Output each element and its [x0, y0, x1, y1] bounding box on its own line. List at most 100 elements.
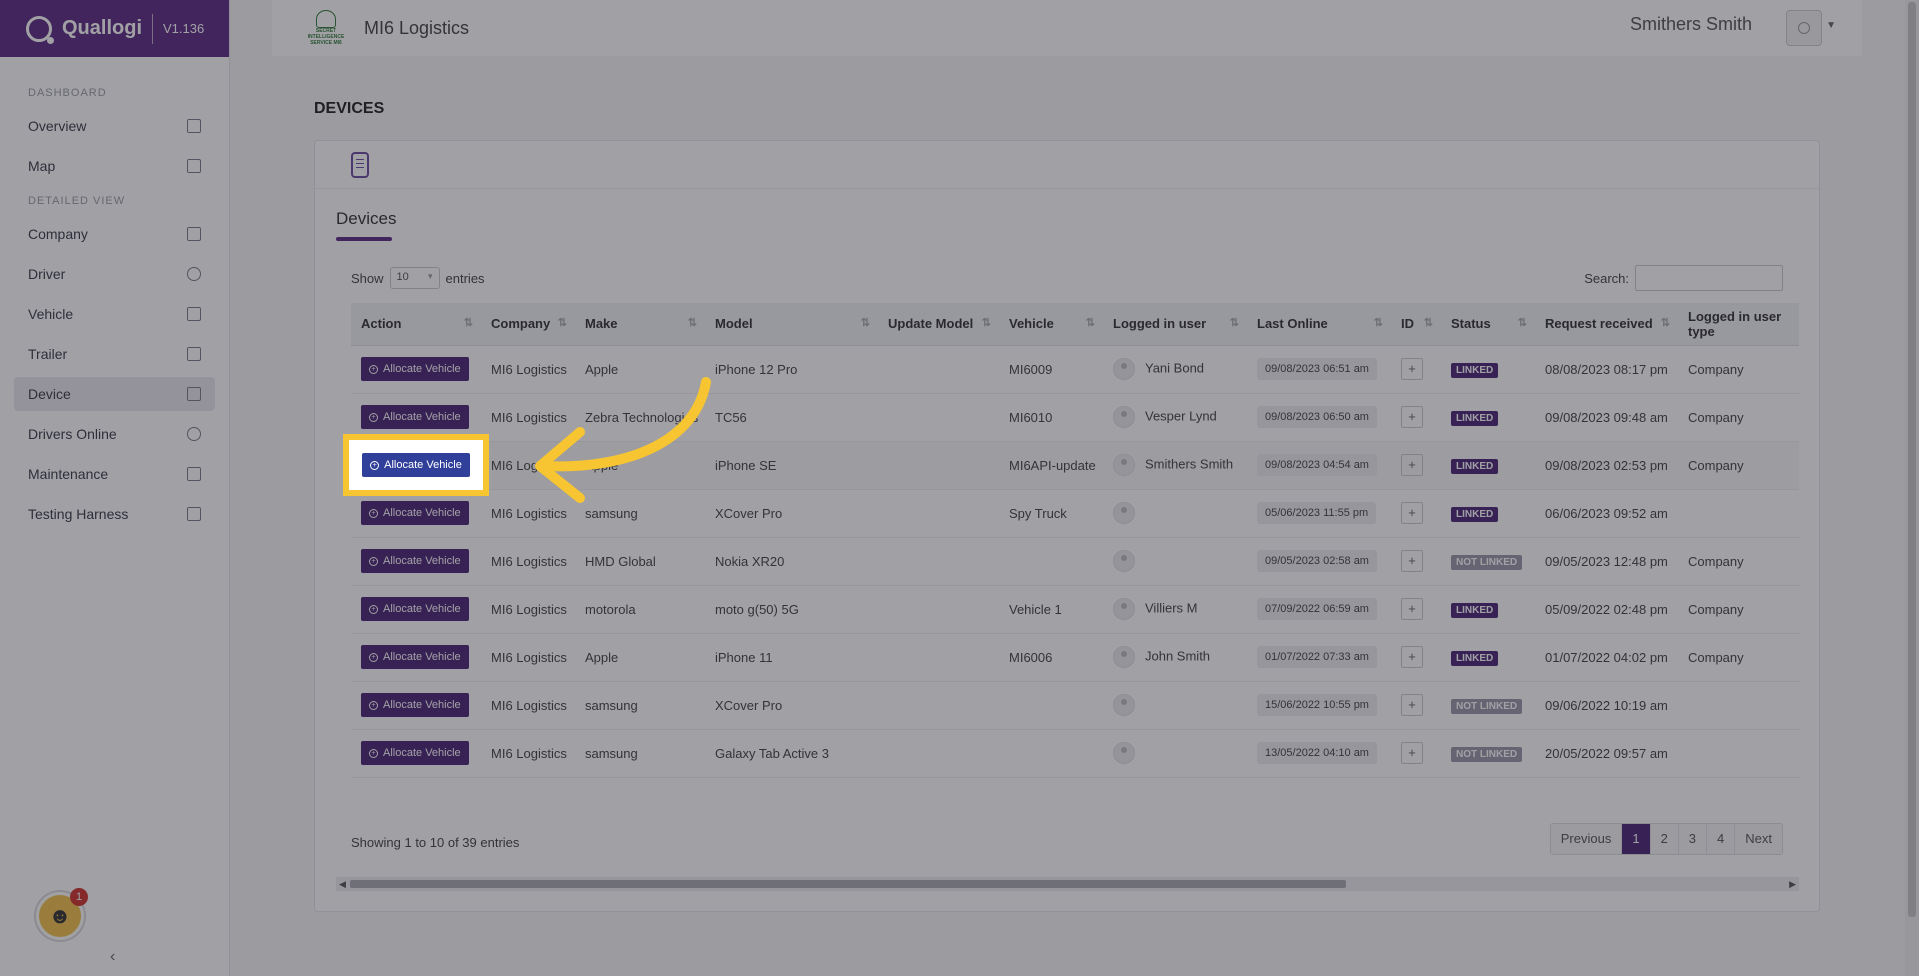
action-cell: + Allocate Vehicle: [351, 681, 481, 729]
chevron-down-icon[interactable]: ▼: [1826, 20, 1836, 31]
column-header-action[interactable]: Action ⇅: [351, 303, 481, 346]
column-header-company[interactable]: Company ⇅: [481, 303, 575, 346]
expand-id-button[interactable]: +: [1401, 502, 1423, 524]
horizontal-scrollbar[interactable]: ◀ ▶: [336, 877, 1799, 891]
plus-circle-icon: +: [369, 604, 378, 614]
last-online-pill: 09/08/2023 06:51 am: [1257, 358, 1377, 380]
column-header-vehicle[interactable]: Vehicle ⇅: [999, 303, 1103, 346]
last-online-pill: 09/05/2023 02:58 am: [1257, 550, 1377, 572]
status-cell: LINKED: [1441, 345, 1535, 393]
collapse-sidebar-icon[interactable]: ‹: [110, 948, 115, 966]
page-vertical-scrollbar[interactable]: [1905, 0, 1919, 976]
company-cell: MI6 Logistics: [491, 553, 567, 569]
sidebar-item-testing-harness[interactable]: Testing Harness: [14, 497, 215, 531]
entries-label: entries: [445, 270, 485, 286]
monitor-icon: [187, 507, 201, 521]
sidebar-item-label: Maintenance: [28, 466, 109, 482]
table-info: Showing 1 to 10 of 39 entries: [351, 835, 520, 850]
scroll-left-icon[interactable]: ◀: [339, 877, 346, 891]
user-icon: [187, 267, 201, 281]
sidebar-item-trailer[interactable]: Trailer: [14, 337, 215, 371]
status-cell: LINKED: [1441, 633, 1535, 681]
tab-devices[interactable]: Devices: [336, 209, 396, 229]
allocate-vehicle-button[interactable]: + Allocate Vehicle: [361, 405, 469, 429]
expand-id-button[interactable]: +: [1401, 742, 1423, 764]
pagination-page-1[interactable]: 1: [1622, 824, 1651, 854]
card-header: [315, 141, 1819, 189]
expand-id-button[interactable]: +: [1401, 358, 1423, 380]
pagination-next[interactable]: Next: [1735, 824, 1782, 854]
allocate-vehicle-button[interactable]: + Allocate Vehicle: [361, 597, 469, 621]
scrollbar-thumb[interactable]: [1908, 2, 1916, 917]
logged-in-user-cell: [1103, 777, 1247, 783]
table-header-row: Action ⇅ Company ⇅ Make ⇅ Model ⇅ Update Mod…: [351, 303, 1799, 346]
column-header-request-received[interactable]: Request received ⇅: [1535, 303, 1678, 346]
current-user-name[interactable]: Smithers Smith: [1630, 14, 1752, 35]
sidebar-item-label: Map: [28, 158, 56, 174]
column-header-id[interactable]: ID ⇅: [1391, 303, 1441, 346]
scrollbar-thumb[interactable]: [350, 880, 1346, 888]
column-header-logged-in-user-type[interactable]: Logged in user type: [1678, 303, 1799, 346]
brand-header[interactable]: Quallogi V1.136: [0, 0, 229, 57]
update-model-cell: [878, 633, 999, 681]
allocate-vehicle-button[interactable]: + Allocate Vehicle: [361, 645, 469, 669]
status-badge: LINKED: [1451, 410, 1499, 426]
pagination-page-2[interactable]: 2: [1650, 824, 1679, 854]
trailer-icon: [187, 347, 201, 361]
id-cell: +: [1391, 345, 1441, 393]
grid-icon: [187, 119, 201, 133]
column-header-last-online[interactable]: Last Online ⇅: [1247, 303, 1391, 346]
user-avatar[interactable]: [1786, 10, 1822, 46]
sidebar-item-driver[interactable]: Driver: [14, 257, 215, 291]
pagination-page-4[interactable]: 4: [1707, 824, 1736, 854]
column-header-update-model[interactable]: Update Model ⇅: [878, 303, 999, 346]
tutorial-arrow-icon: [535, 377, 711, 503]
page-size-select[interactable]: 10: [389, 267, 440, 289]
status-cell: NOT LINKED: [1441, 729, 1535, 777]
action-cell: + Allocate Vehicle: [351, 729, 481, 777]
user-name: Yani Bond: [1145, 360, 1205, 376]
sidebar-item-overview[interactable]: Overview: [14, 109, 215, 143]
sidebar-item-map[interactable]: Map: [14, 149, 215, 183]
scroll-right-icon[interactable]: ▶: [1789, 877, 1796, 891]
expand-id-button[interactable]: +: [1401, 550, 1423, 572]
user-name: Villiers M: [1145, 600, 1198, 616]
allocate-vehicle-label: Allocate Vehicle: [383, 411, 461, 423]
expand-id-button[interactable]: +: [1401, 694, 1423, 716]
sort-icon: ⇅: [1423, 317, 1433, 329]
expand-id-button[interactable]: +: [1401, 406, 1423, 428]
pagination-page-3[interactable]: 3: [1678, 824, 1708, 854]
search-input[interactable]: [1635, 265, 1783, 291]
status-badge: NOT LINKED: [1451, 746, 1523, 762]
request-received-cell: 09/08/2023 09:48 am: [1545, 409, 1668, 425]
id-cell: +: [1391, 585, 1441, 633]
action-cell: + Allocate Vehicle: [351, 633, 481, 681]
allocate-vehicle-button[interactable]: + Allocate Vehicle: [361, 357, 469, 381]
expand-id-button[interactable]: +: [1401, 646, 1423, 668]
column-header-status[interactable]: Status ⇅: [1441, 303, 1535, 346]
plus-circle-icon: +: [369, 412, 378, 422]
allocate-vehicle-button[interactable]: + Allocate Vehicle: [361, 549, 469, 573]
allocate-vehicle-button[interactable]: + Allocate Vehicle: [362, 453, 470, 477]
allocate-vehicle-button[interactable]: + Allocate Vehicle: [361, 741, 469, 765]
column-header-logged-in-user[interactable]: Logged in user ⇅: [1103, 303, 1247, 346]
sidebar-item-drivers-online[interactable]: Drivers Online: [14, 417, 215, 451]
pagination-previous[interactable]: Previous: [1550, 824, 1623, 854]
sidebar-item-maintenance[interactable]: Maintenance: [14, 457, 215, 491]
section-dashboard: DASHBOARD: [28, 87, 107, 99]
update-model-cell: [878, 729, 999, 777]
sidebar-item-device[interactable]: Device: [14, 377, 215, 411]
allocate-vehicle-button[interactable]: + Allocate Vehicle: [361, 693, 469, 717]
table-row: + Allocate Vehicle MI6 Logistics samsung Gal…: [351, 729, 1799, 777]
column-header-make[interactable]: Make ⇅: [575, 303, 705, 346]
status-cell: NOT LINKED: [1441, 681, 1535, 729]
sidebar-item-company[interactable]: Company: [14, 217, 215, 251]
expand-id-button[interactable]: +: [1401, 454, 1423, 476]
allocate-vehicle-label: Allocate Vehicle: [383, 555, 461, 567]
allocate-vehicle-label: Allocate Vehicle: [383, 699, 461, 711]
column-header-model[interactable]: Model ⇅: [705, 303, 878, 346]
allocate-vehicle-button[interactable]: + Allocate Vehicle: [361, 501, 469, 525]
company-name: MI6 Logistics: [364, 17, 470, 38]
sidebar-item-vehicle[interactable]: Vehicle: [14, 297, 215, 331]
expand-id-button[interactable]: +: [1401, 598, 1423, 620]
